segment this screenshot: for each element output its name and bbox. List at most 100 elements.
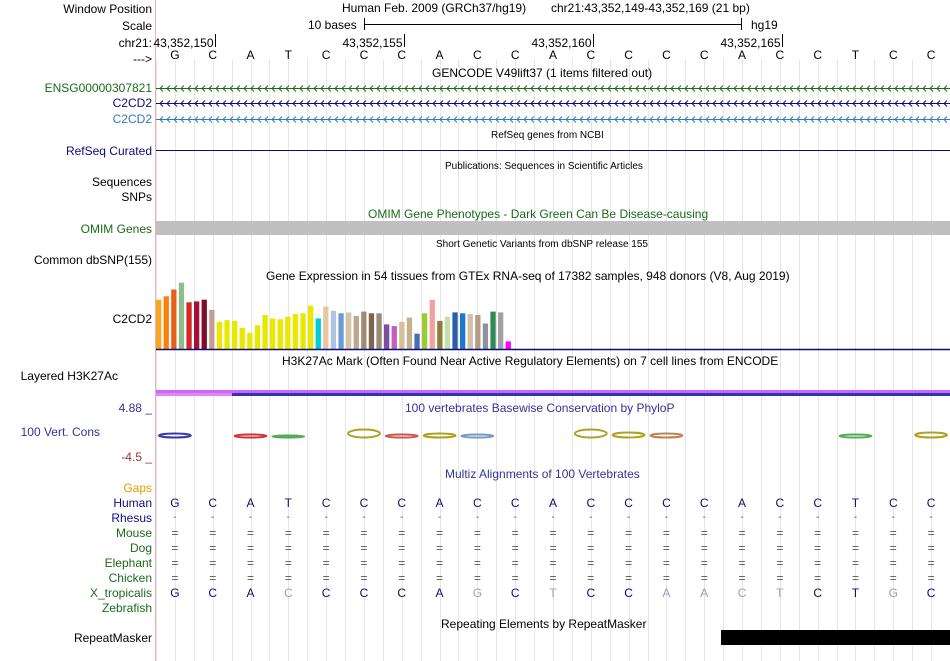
species-label-elephant[interactable]: Elephant (0, 556, 152, 570)
window-position-label: Window Position (63, 2, 152, 16)
h3k27ac-track-label[interactable]: Layered H3K27Ac (0, 369, 118, 383)
gtex-track-label[interactable]: C2CD2 (0, 312, 152, 326)
alignment-base: = (587, 541, 595, 555)
alignment-base: A (246, 586, 255, 600)
alignment-base: = (625, 571, 633, 585)
gtex-tissue-bar (505, 341, 511, 349)
alignment-base: = (625, 541, 633, 555)
alignment-base: = (436, 556, 444, 570)
alignment-base: A (700, 586, 709, 600)
gtex-tissue-bar (361, 311, 367, 349)
base: A (246, 48, 255, 62)
repeatmasker-track-label[interactable]: RepeatMasker (0, 631, 152, 645)
gtex-tissue-bar (163, 296, 169, 349)
alignment-base: G (888, 586, 898, 600)
alignment-base: C (813, 496, 822, 510)
species-label-human[interactable]: Human (0, 496, 152, 510)
alignment-base: G (170, 586, 180, 600)
alignment-base: C (321, 586, 331, 600)
alignment-base: A (548, 496, 557, 510)
alignment-base: A (246, 496, 255, 510)
dbsnp-track-label[interactable]: Common dbSNP(155) (0, 253, 152, 267)
alignment-base: = (473, 556, 481, 570)
alignment-base: T (851, 496, 860, 510)
alignment-base: C (699, 496, 709, 510)
publications-snps-label[interactable]: SNPs (0, 190, 152, 204)
alignment-base: = (549, 541, 557, 555)
alignment-base: = (360, 541, 368, 555)
h3k27ac-track-title: H3K27Ac Mark (Often Found Near Active Re… (282, 354, 779, 368)
alignment-base: = (171, 541, 179, 555)
gtex-tissue-bar (254, 325, 261, 349)
gtex-tissue-bar (216, 321, 223, 349)
alignment-base: = (851, 526, 859, 540)
species-label-dog[interactable]: Dog (0, 541, 152, 555)
alignment-base: = (284, 526, 292, 540)
gtex-tissue-bar (315, 318, 321, 349)
alignment-base: = (814, 571, 822, 585)
refseq-track-label[interactable]: RefSeq Curated (0, 144, 152, 158)
gtex-tissue-bar (178, 282, 185, 349)
species-label-x_tropicalis[interactable]: X_tropicalis (0, 586, 152, 600)
base: C (888, 48, 898, 62)
gencode-item-ensg[interactable]: ENSG00000307821 (0, 81, 152, 95)
alignment-base: C (624, 586, 633, 600)
gencode-track-title: GENCODE V49lift37 (1 items filtered out) (432, 66, 653, 80)
publications-sequences-label[interactable]: Sequences (0, 175, 152, 189)
gtex-tissue-bar (346, 312, 352, 349)
alignment-base: = (662, 571, 670, 585)
alignment-base: = (247, 556, 255, 570)
alignment-base: = (927, 556, 935, 570)
gencode-item-c2cd2-1[interactable]: C2CD2 (0, 96, 152, 110)
alignment-base: = (700, 571, 708, 585)
phylop-glyph (384, 433, 419, 439)
alignment-base: = (247, 526, 255, 540)
alignment-base: = (511, 556, 519, 570)
base: C (624, 48, 633, 62)
alignment-base: = (851, 556, 859, 570)
alignment-base: C (473, 496, 482, 510)
species-label-zebrafish[interactable]: Zebrafish (0, 601, 152, 615)
alignment-base: - (286, 512, 290, 523)
alignment-base: = (171, 556, 179, 570)
multiz-gaps-label[interactable]: Gaps (0, 481, 152, 495)
publications-track-title: Publications: Sequences in Scientific Ar… (445, 161, 643, 172)
alignment-base: C (359, 586, 369, 600)
alignment-base: = (587, 526, 595, 540)
genome-browser-image[interactable]: Window Position Scale chr21: ---> Human … (0, 0, 950, 661)
alignment-base: = (587, 571, 595, 585)
omim-track-label[interactable]: OMIM Genes (0, 222, 152, 236)
alignment-base: = (209, 526, 217, 540)
alignment-base: - (740, 512, 744, 523)
alignment-base: = (322, 526, 330, 540)
alignment-base: - (173, 512, 177, 523)
species-label-mouse[interactable]: Mouse (0, 526, 152, 540)
alignment-base: = (171, 526, 179, 540)
gtex-tissue-bar (376, 313, 382, 349)
alignment-base: = (209, 541, 217, 555)
alignment-base: = (700, 556, 708, 570)
phylop-min-label: -4.5 _ (121, 450, 152, 464)
alignment-base: C (397, 496, 407, 510)
phylop-glyph (233, 433, 268, 439)
alignment-base: = (549, 571, 557, 585)
gtex-tissue-bar (292, 314, 299, 349)
species-label-rhesus[interactable]: Rhesus (0, 511, 152, 525)
base: C (510, 48, 520, 62)
phylop-track-label[interactable]: 100 Vert. Cons (0, 425, 100, 439)
scale-label: Scale (121, 19, 152, 33)
refseq-track-title: RefSeq genes from NCBI (491, 130, 604, 141)
alignment-base: = (662, 526, 670, 540)
gencode-item-c2cd2-2[interactable]: C2CD2 (0, 112, 152, 126)
species-label-chicken[interactable]: Chicken (0, 571, 152, 585)
dbsnp-track-title: Short Genetic Variants from dbSNP releas… (436, 239, 648, 250)
gtex-tissue-bar (391, 326, 397, 350)
base: C (586, 48, 596, 62)
alignment-base: = (171, 571, 179, 585)
repeatmasker-track-title: Repeating Elements by RepeatMasker (441, 617, 647, 631)
alignment-base: = (776, 526, 784, 540)
gtex-tissue-bar (452, 312, 458, 349)
alignment-base: = (738, 556, 746, 570)
alignment-base: = (549, 526, 557, 540)
alignment-base: = (360, 556, 368, 570)
